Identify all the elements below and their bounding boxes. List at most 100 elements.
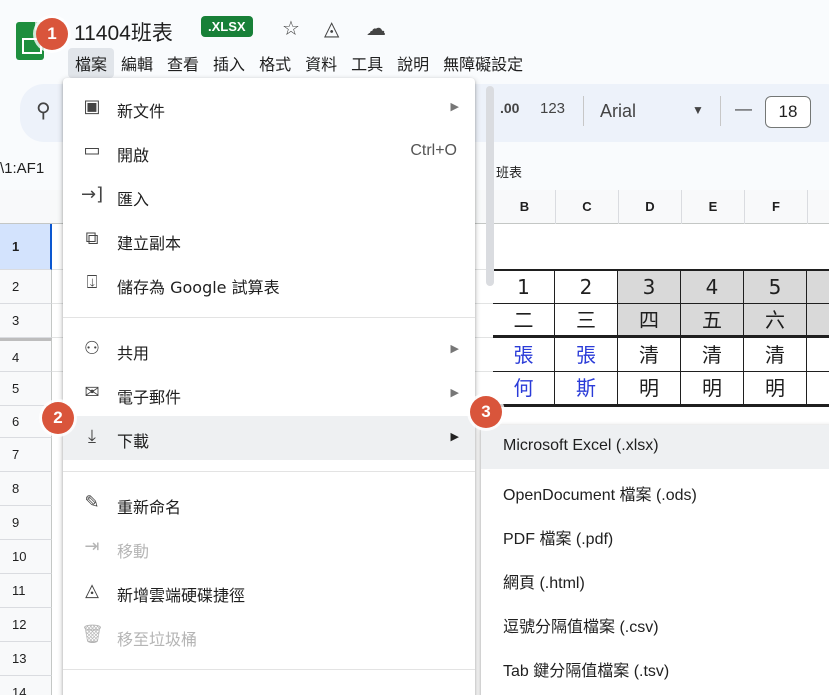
menu-item-make-copy[interactable]: ⧉ 建立副本 (63, 218, 475, 262)
menu-item-trash: 🗑 移至垃圾桶 (81, 624, 198, 649)
download-pdf[interactable]: PDF 檔案 (.pdf) (481, 513, 829, 557)
menu-scrollbar[interactable] (486, 86, 494, 286)
table-cell[interactable]: 張 (493, 338, 555, 372)
row-header[interactable]: 13 (0, 642, 52, 676)
menu-help[interactable]: 說明 (390, 48, 436, 78)
column-header[interactable]: C (555, 190, 618, 224)
row-header[interactable]: 7 (0, 438, 52, 472)
table-border (493, 405, 829, 407)
copy-icon: ⧉ (85, 228, 99, 249)
formula-bar-content[interactable]: 班表 (496, 162, 522, 181)
table-cell[interactable] (807, 338, 829, 372)
row-header[interactable]: 1 (0, 224, 52, 270)
menu-tools[interactable]: 工具 (344, 48, 390, 78)
column-header[interactable]: F (744, 190, 807, 224)
menu-separator (63, 317, 475, 318)
menu-item-share[interactable]: ⚇ 共用 ▶ (63, 328, 475, 372)
menu-bar: 檔案 編輯 查看 插入 格式 資料 工具 說明 無障礙設定 (68, 48, 530, 78)
download-csv[interactable]: 逗號分隔值檔案 (.csv) (481, 601, 829, 645)
toolbar-divider (720, 96, 721, 126)
submenu-arrow-icon: ▶ (450, 100, 459, 113)
table-cell[interactable]: 三 (555, 304, 618, 336)
decrease-font-size-button[interactable]: — (735, 99, 752, 119)
move-icon: ⇥ (84, 536, 100, 557)
download-submenu: Microsoft Excel (.xlsx) OpenDocument 檔案 … (481, 425, 829, 695)
row-header[interactable]: 10 (0, 540, 52, 574)
import-icon: →] (81, 184, 104, 205)
mail-icon: ✉ (84, 382, 100, 403)
table-cell[interactable]: 4 (681, 271, 744, 304)
table-cell[interactable]: 清 (744, 338, 807, 372)
menu-item-add-drive-shortcut[interactable]: ◬ 新增雲端硬碟捷徑 (63, 570, 475, 614)
download-xlsx[interactable]: Microsoft Excel (.xlsx) (481, 425, 829, 469)
move-to-drive-icon[interactable]: ◬ (324, 16, 339, 40)
table-cell[interactable] (807, 372, 829, 405)
increase-decimal-button[interactable]: .00 (500, 100, 519, 116)
download-ods[interactable]: OpenDocument 檔案 (.ods) (481, 469, 829, 513)
table-cell[interactable]: 1 (493, 271, 555, 304)
row-header[interactable]: 4 (0, 338, 52, 372)
star-icon[interactable]: ☆ (282, 16, 300, 40)
table-cell[interactable]: 五 (681, 304, 744, 336)
xlsx-format-badge: .XLSX (201, 16, 253, 37)
table-cell[interactable]: 明 (744, 372, 807, 405)
name-box[interactable]: \1:AF1 (0, 160, 44, 177)
table-cell[interactable]: 明 (618, 372, 681, 405)
menu-format[interactable]: 格式 (252, 48, 298, 78)
table-cell[interactable]: 2 (555, 271, 618, 304)
submenu-arrow-icon: ▶ (450, 342, 459, 355)
search-menus-icon[interactable]: ⚲ (36, 98, 51, 122)
table-cell[interactable]: 清 (681, 338, 744, 372)
step-badge-3: 3 (470, 396, 502, 428)
menu-insert[interactable]: 插入 (206, 48, 252, 78)
submenu-arrow-icon: ▶ (450, 386, 459, 399)
table-cell[interactable] (807, 271, 829, 304)
menu-item-open[interactable]: ▭ 開啟 Ctrl+O (63, 130, 475, 174)
menu-item-rename[interactable]: ✎ 重新命名 (63, 482, 475, 526)
column-header[interactable]: B (493, 190, 555, 224)
menu-view[interactable]: 查看 (160, 48, 206, 78)
row-header[interactable]: 9 (0, 506, 52, 540)
table-cell[interactable]: 張 (555, 338, 618, 372)
table-cell[interactable]: 六 (744, 304, 807, 336)
table-cell[interactable]: 明 (681, 372, 744, 405)
column-header[interactable]: E (681, 190, 744, 224)
submenu-arrow-icon: ▶ (450, 430, 459, 443)
menu-file[interactable]: 檔案 (68, 48, 115, 78)
download-html[interactable]: 網頁 (.html) (481, 557, 829, 601)
menu-item-download[interactable]: ⤓ 下載 ▶ (63, 416, 475, 460)
number-format-button[interactable]: 123 (540, 100, 565, 117)
column-header[interactable]: D (618, 190, 681, 224)
menu-item-email[interactable]: ✉ 電子郵件 ▶ (63, 372, 475, 416)
table-cell[interactable] (807, 304, 829, 336)
menu-accessibility[interactable]: 無障礙設定 (436, 48, 530, 78)
table-cell[interactable]: 四 (618, 304, 681, 336)
column-header[interactable] (807, 190, 829, 224)
row-header[interactable]: 2 (0, 270, 52, 304)
menu-item-save-as-sheets[interactable]: ⍗ 儲存為 Google 試算表 (63, 262, 475, 306)
drive-shortcut-icon: ◬ (85, 580, 99, 601)
table-cell[interactable]: 5 (744, 271, 807, 304)
menu-item-new[interactable]: ▣ 新文件 ▶ (63, 86, 475, 130)
font-size-input[interactable]: 18 (765, 96, 811, 128)
row-header[interactable]: 8 (0, 472, 52, 506)
table-cell[interactable]: 清 (618, 338, 681, 372)
row-header[interactable]: 14 (0, 676, 52, 695)
menu-data[interactable]: 資料 (298, 48, 344, 78)
cloud-status-icon[interactable]: ☁ (366, 16, 386, 40)
chevron-down-icon[interactable]: ▼ (692, 103, 704, 117)
row-header[interactable]: 12 (0, 608, 52, 642)
table-cell[interactable]: 3 (618, 271, 681, 304)
row-header[interactable]: 3 (0, 304, 52, 338)
row-header[interactable]: 11 (0, 574, 52, 608)
table-cell[interactable]: 何 (493, 372, 555, 405)
menu-edit[interactable]: 編輯 (114, 48, 160, 78)
table-cell[interactable]: 斯 (555, 372, 618, 405)
document-title[interactable]: 11404班表 (74, 17, 173, 47)
download-tsv[interactable]: Tab 鍵分隔值檔案 (.tsv) (481, 645, 829, 689)
row-header[interactable]: 5 (0, 372, 52, 406)
download-icon: ⤓ (88, 426, 96, 447)
menu-item-import[interactable]: →] 匯入 (63, 174, 475, 218)
font-family-select[interactable]: Arial (600, 101, 636, 122)
table-cell[interactable]: 二 (493, 304, 555, 336)
